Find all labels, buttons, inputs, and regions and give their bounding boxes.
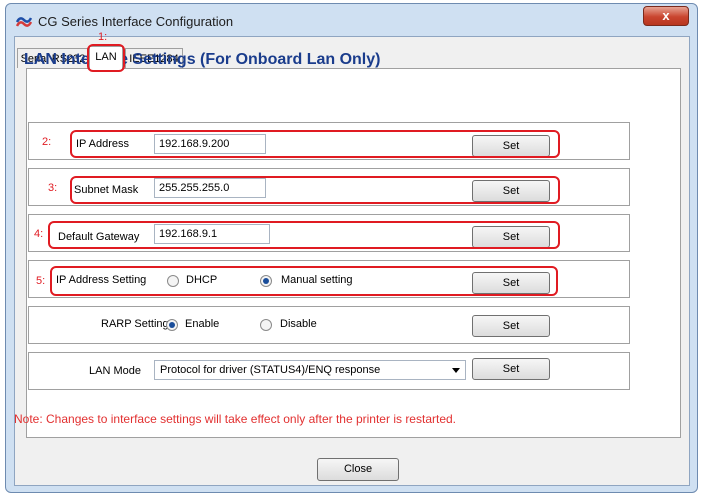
rarp-set-button[interactable]: Set [472,315,550,337]
window-title: CG Series Interface Configuration [38,14,234,29]
annotation-number-ip: 2: [42,136,52,148]
lan-mode-select[interactable]: Protocol for driver (STATUS4)/ENQ respon… [154,360,466,380]
annotation-number-subnet: 3: [48,182,58,194]
rarp-disable-label: Disable [280,318,317,330]
close-button[interactable]: Close [317,458,399,481]
lan-mode-set-button[interactable]: Set [472,358,550,380]
annotation-box-subnet [70,176,560,204]
annotation-box-gateway [48,221,560,249]
chevron-down-icon [452,368,460,373]
app-logo-icon [16,17,32,27]
rarp-disable-radio[interactable] [260,319,272,331]
lan-mode-value: Protocol for driver (STATUS4)/ENQ respon… [160,364,381,376]
page-title: LAN Interface Settings (For Onboard Lan … [24,51,381,68]
rarp-enable-radio[interactable] [166,319,178,331]
rarp-enable-label: Enable [185,318,220,330]
annotation-number-gateway: 4: [34,228,44,240]
annotation-number-ip-setting: 5: [36,275,46,287]
restart-note: Note: Changes to interface settings will… [14,412,457,426]
window-close-button[interactable]: x [643,6,689,26]
annotation-box-ip-setting [50,266,558,296]
annotation-box-ip [70,130,560,158]
title-bar: CG Series Interface Configuration x [6,4,697,36]
annotation-box-tab [87,44,125,72]
annotation-number-tab: 1: [98,31,108,43]
rarp-setting-label: RARP Setting [101,318,169,330]
lan-mode-label: LAN Mode [89,365,141,377]
